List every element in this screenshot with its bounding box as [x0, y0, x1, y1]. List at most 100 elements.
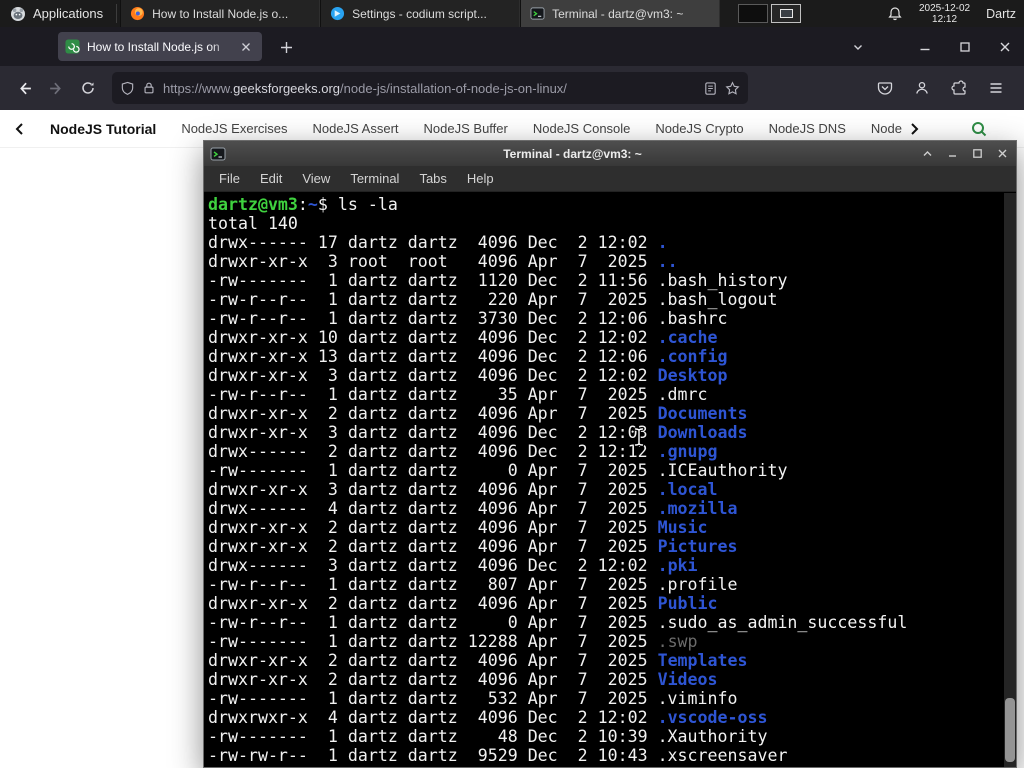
mouse-ibeam-cursor: [631, 426, 647, 453]
codium-icon: [330, 6, 345, 21]
terminal-line: drwxr-xr-x 2 dartz dartz 4096 Apr 7 2025…: [208, 670, 718, 689]
terminal-line: drwx------ 3 dartz dartz 4096 Dec 2 12:0…: [208, 556, 698, 575]
navigation-toolbar: https://www.geeksforgeeks.org/node-js/in…: [0, 66, 1024, 110]
terminal-output[interactable]: dartz@vm3:~$ ls -la total 140 drwx------ 1…: [204, 193, 1004, 767]
close-button[interactable]: [994, 146, 1010, 162]
tab-title-fade: [209, 39, 237, 54]
terminal-line: drwxr-xr-x 3 dartz dartz 4096 Dec 2 12:0…: [208, 366, 728, 385]
taskbar-item-firefox[interactable]: How to Install Node.js o...: [120, 0, 321, 27]
tab-geeksforgeeks[interactable]: How to Install Node.js on: [58, 32, 262, 61]
account-icon[interactable]: [906, 72, 938, 104]
maximize-button[interactable]: [954, 36, 976, 58]
terminal-titlebar[interactable]: Terminal - dartz@vm3: ~: [204, 141, 1016, 166]
terminal-line: drwxr-xr-x 2 dartz dartz 4096 Apr 7 2025…: [208, 404, 748, 423]
workspace-pager[interactable]: [737, 4, 801, 23]
terminal-icon: [210, 146, 226, 162]
tab-close-icon[interactable]: [237, 38, 255, 56]
terminal-line: -rw-rw-r-- 1 dartz dartz 9529 Dec 2 10:4…: [208, 746, 788, 765]
minimize-button[interactable]: [944, 146, 960, 162]
bell-icon[interactable]: [887, 6, 903, 22]
taskbar-item-label: Settings - codium script...: [352, 6, 487, 21]
terminal-line: drwxr-xr-x 3 dartz dartz 4096 Apr 7 2025…: [208, 480, 718, 499]
back-icon[interactable]: [8, 72, 40, 104]
user-menu[interactable]: Dartz: [986, 7, 1024, 21]
browser-window-controls: [914, 27, 1016, 66]
firefox-icon: [130, 6, 145, 21]
terminal-line: -rw-r--r-- 1 dartz dartz 0 Apr 7 2025 .s…: [208, 613, 908, 632]
site-nav-item[interactable]: Node: [871, 121, 902, 136]
terminal-window: Terminal - dartz@vm3: ~ File Edit View T…: [203, 140, 1017, 768]
list-tabs-chevron-icon[interactable]: [846, 35, 870, 59]
forward-icon[interactable]: [40, 72, 72, 104]
menu-help[interactable]: Help: [457, 171, 504, 186]
chevron-right-icon[interactable]: [909, 122, 920, 136]
menu-terminal[interactable]: Terminal: [340, 171, 409, 186]
menu-file[interactable]: File: [209, 171, 250, 186]
terminal-line: -rw------- 1 dartz dartz 48 Dec 2 10:39 …: [208, 727, 768, 746]
url-scheme: https://www.: [163, 80, 234, 96]
terminal-line: drwxr-xr-x 2 dartz dartz 4096 Apr 7 2025…: [208, 537, 738, 556]
site-nav-item[interactable]: NodeJS Assert: [313, 121, 399, 136]
site-nav-item[interactable]: NodeJS Exercises: [181, 121, 287, 136]
close-button[interactable]: [994, 36, 1016, 58]
toolbar-right-icons: [869, 72, 1016, 104]
taskbar-item-terminal[interactable]: Terminal - dartz@vm3: ~: [520, 0, 721, 27]
new-tab-button[interactable]: [274, 35, 298, 59]
terminal-line: -rw------- 1 dartz dartz 12288 Apr 7 202…: [208, 632, 698, 651]
url-path: /node-js/installation-of-node-js-on-linu…: [340, 80, 567, 96]
terminal-window-title: Terminal - dartz@vm3: ~: [503, 146, 642, 161]
chevron-left-icon[interactable]: [14, 122, 25, 136]
terminal-line: -rw-r--r-- 1 dartz dartz 220 Apr 7 2025 …: [208, 290, 778, 309]
terminal-line: -rw------- 1 dartz dartz 532 Apr 7 2025 …: [208, 689, 738, 708]
terminal-line: dartz@vm3:~$ ls -la: [208, 195, 398, 214]
menu-view[interactable]: View: [292, 171, 340, 186]
pocket-icon[interactable]: [869, 72, 901, 104]
desktop-panel: Applications How to Install Node.js o...…: [0, 0, 1024, 27]
site-nav-item[interactable]: NodeJS Buffer: [424, 121, 508, 136]
clock-date: 2025-12-02: [918, 2, 971, 14]
clock-time: 12:12: [932, 13, 958, 25]
site-nav-primary[interactable]: NodeJS Tutorial: [50, 121, 156, 137]
minimize-button[interactable]: [914, 36, 936, 58]
terminal-line: drwxr-xr-x 2 dartz dartz 4096 Apr 7 2025…: [208, 594, 718, 613]
reader-icon[interactable]: [703, 81, 718, 96]
terminal-line: drwxr-xr-x 10 dartz dartz 4096 Dec 2 12:…: [208, 328, 718, 347]
tab-bar: How to Install Node.js on: [0, 27, 1024, 66]
terminal-line: drwxr-xr-x 2 dartz dartz 4096 Apr 7 2025…: [208, 651, 748, 670]
applications-label: Applications: [33, 6, 104, 21]
menu-edit[interactable]: Edit: [250, 171, 292, 186]
site-nav-item[interactable]: NodeJS DNS: [769, 121, 846, 136]
url-text: https://www.geeksforgeeks.org/node-js/in…: [163, 81, 696, 96]
terminal-line: -rw------- 1 dartz dartz 1120 Dec 2 11:5…: [208, 271, 788, 290]
url-domain: geeksforgeeks.org: [233, 80, 341, 96]
applications-menu-button[interactable]: Applications: [0, 0, 113, 27]
terminal-line: -rw-r--r-- 1 dartz dartz 807 Apr 7 2025 …: [208, 575, 738, 594]
taskbar-item-codium[interactable]: Settings - codium script...: [320, 0, 521, 27]
search-icon[interactable]: [970, 120, 988, 138]
lock-icon[interactable]: [142, 81, 156, 95]
maximize-button[interactable]: [969, 146, 985, 162]
terminal-line: drwxr-xr-x 13 dartz dartz 4096 Dec 2 12:…: [208, 347, 728, 366]
terminal-line: -rw-r--r-- 1 dartz dartz 35 Apr 7 2025 .…: [208, 385, 708, 404]
star-icon[interactable]: [725, 80, 740, 96]
url-bar[interactable]: https://www.geeksforgeeks.org/node-js/in…: [112, 72, 748, 104]
terminal-icon: [530, 6, 545, 21]
menu-icon[interactable]: [980, 72, 1012, 104]
panel-clock[interactable]: 2025-12-02 12:12: [919, 3, 970, 25]
shade-button[interactable]: [919, 146, 935, 162]
terminal-line: -rw------- 1 dartz dartz 0 Apr 7 2025 .I…: [208, 461, 788, 480]
site-nav-item[interactable]: NodeJS Crypto: [655, 121, 743, 136]
gfg-favicon: [65, 39, 80, 54]
terminal-scrollbar[interactable]: [1004, 193, 1016, 767]
site-nav-item[interactable]: NodeJS Console: [533, 121, 631, 136]
workspace-2[interactable]: [770, 4, 801, 23]
terminal-line: drwxr-xr-x 2 dartz dartz 4096 Apr 7 2025…: [208, 518, 708, 537]
workspace-1[interactable]: [737, 4, 768, 23]
terminal-line: drwx------ 4 dartz dartz 4096 Apr 7 2025…: [208, 499, 738, 518]
shield-icon[interactable]: [120, 81, 135, 96]
reload-icon[interactable]: [72, 72, 104, 104]
scrollbar-thumb[interactable]: [1005, 698, 1015, 762]
menu-tabs[interactable]: Tabs: [409, 171, 456, 186]
extensions-icon[interactable]: [943, 72, 975, 104]
applications-icon: [10, 6, 26, 22]
